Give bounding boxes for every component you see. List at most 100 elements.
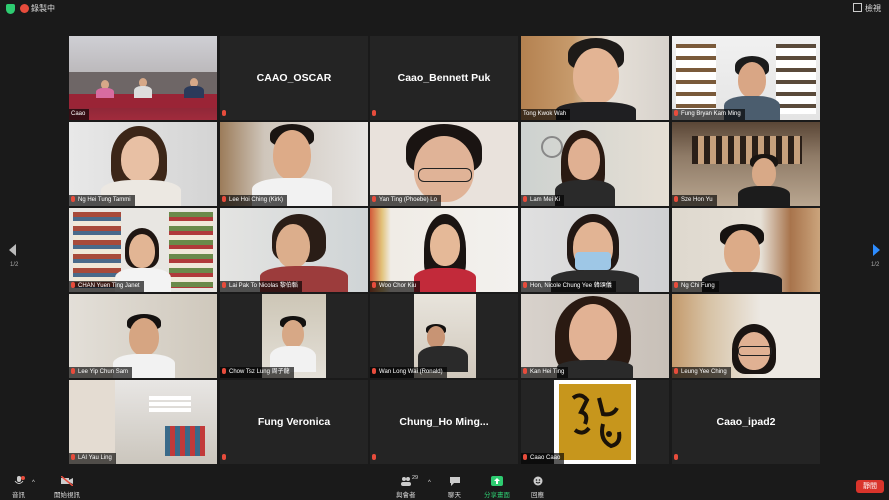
video-feed — [69, 380, 217, 464]
end-meeting-button[interactable]: 靜間 — [856, 480, 884, 493]
chat-label: 聊天 — [448, 492, 461, 499]
video-feed — [69, 36, 217, 120]
muted-mic-icon — [674, 368, 678, 374]
participant-name: Fung Bryan Kam Ming — [672, 109, 745, 120]
mic-status — [220, 453, 233, 464]
video-tile[interactable]: Ng Chi Fung — [672, 208, 820, 292]
video-tile[interactable]: CAAO_OSCAR — [220, 36, 368, 120]
video-label: 開始視訊 — [54, 492, 80, 499]
muted-mic-icon — [372, 454, 376, 460]
participant-display-name: Chung_Ho Ming... — [399, 416, 489, 428]
video-feed — [672, 208, 820, 292]
video-tile[interactable]: Wan Long Wai (Ronald) — [370, 294, 518, 378]
muted-mic-icon — [523, 368, 527, 374]
video-feed — [521, 208, 669, 292]
participant-name: Wan Long Wai (Ronald) — [370, 367, 447, 378]
video-feed — [220, 294, 368, 378]
next-page-arrow-icon[interactable] — [873, 244, 880, 256]
video-feed — [69, 294, 217, 378]
video-tile[interactable]: Caao — [69, 36, 217, 120]
reactions-button[interactable]: 回應 — [531, 476, 544, 499]
participants-count: 29 — [412, 475, 419, 481]
video-feed — [672, 294, 820, 378]
participant-name: CHAN Yuen Ting Janet — [69, 281, 144, 292]
chat-button[interactable]: 聊天 — [448, 476, 461, 499]
video-tile[interactable]: Lee Hoi Ching (Kirk) — [220, 122, 368, 206]
muted-mic-icon — [674, 110, 678, 116]
view-label: 檢視 — [865, 4, 881, 13]
participant-name: Ng Hei Tung Tammi — [69, 195, 135, 206]
audio-options-caret-icon[interactable]: ^ — [32, 480, 35, 486]
muted-mic-icon — [674, 454, 678, 460]
video-tile[interactable]: Chung_Ho Ming... — [370, 380, 518, 464]
mic-status — [672, 453, 685, 464]
video-tile[interactable]: Fung Veronica — [220, 380, 368, 464]
start-video-button[interactable]: 開始視訊 — [54, 476, 80, 499]
muted-mic-icon — [71, 454, 75, 460]
participant-name: Chow Tsz Lung 周子龍 — [220, 367, 294, 378]
video-feed — [370, 208, 518, 292]
participant-display-name: CAAO_OSCAR — [256, 72, 332, 84]
share-screen-icon — [491, 476, 503, 486]
grid-icon — [853, 3, 862, 12]
video-feed — [521, 380, 669, 464]
participant-name: Hon, Nicole Chung Yee 韓頌儀 — [521, 281, 616, 292]
previous-page-arrow-icon[interactable] — [9, 244, 16, 256]
participant-display-name: Caao_Bennett Puk — [397, 72, 491, 84]
muted-mic-icon — [523, 282, 527, 288]
audio-button[interactable]: 音訊 — [12, 476, 25, 499]
muted-mic-icon — [372, 282, 376, 288]
muted-mic-icon — [523, 454, 527, 460]
view-button[interactable]: 檢視 — [853, 3, 881, 14]
participant-name: Caao Caao — [521, 453, 565, 464]
video-tile[interactable]: Lai Pak To Nicolas 黎伯韜 — [220, 208, 368, 292]
video-feed — [521, 294, 669, 378]
reactions-label: 回應 — [531, 492, 544, 499]
video-tile[interactable]: CHAN Yuen Ting Janet — [69, 208, 217, 292]
muted-mic-icon — [222, 196, 226, 202]
video-camera-off-icon — [61, 476, 73, 486]
participant-name: Sze Hon Yu — [672, 195, 717, 206]
video-feed — [220, 208, 368, 292]
video-tile[interactable]: Leung Yee Ching — [672, 294, 820, 378]
video-tile[interactable]: Sze Hon Yu — [672, 122, 820, 206]
participant-name: Ng Chi Fung — [672, 281, 719, 292]
muted-mic-icon — [674, 196, 678, 202]
participant-name: Kan Hei Ting — [521, 367, 569, 378]
video-tile[interactable]: Hon, Nicole Chung Yee 韓頌儀 — [521, 208, 669, 292]
participant-name: Lai Pak To Nicolas 黎伯韜 — [220, 281, 302, 292]
video-tile[interactable]: Yan Ting (Phoebe) Lo — [370, 122, 518, 206]
muted-mic-icon — [372, 110, 376, 116]
video-tile[interactable]: Lam Mei Ki — [521, 122, 669, 206]
emoji-icon — [533, 476, 542, 486]
video-tile[interactable]: Kan Hei Ting — [521, 294, 669, 378]
muted-mic-icon — [523, 196, 527, 202]
muted-mic-icon — [372, 196, 376, 202]
muted-mic-icon — [222, 454, 226, 460]
video-tile[interactable]: Woo Chor Kiu — [370, 208, 518, 292]
video-tile[interactable]: Fung Bryan Kam Ming — [672, 36, 820, 120]
video-feed — [220, 122, 368, 206]
muted-mic-icon — [222, 282, 226, 288]
microphone-icon — [14, 476, 25, 484]
video-tile[interactable]: Lee Yip Chun Sam — [69, 294, 217, 378]
video-feed — [370, 122, 518, 206]
video-tile[interactable]: Chow Tsz Lung 周子龍 — [220, 294, 368, 378]
page-indicator-left: 1/2 — [10, 262, 19, 268]
shield-icon[interactable] — [6, 4, 15, 14]
share-screen-button[interactable]: 分享畫面 — [484, 476, 510, 499]
video-tile[interactable]: Ng Hei Tung Tammi — [69, 122, 217, 206]
mic-status — [220, 109, 233, 120]
video-tile[interactable]: Caao_ipad2 — [672, 380, 820, 464]
video-tile-active-speaker[interactable]: Tong Kwok Wah — [521, 36, 669, 120]
video-feed — [672, 36, 820, 120]
video-tile[interactable]: Caao Caao — [521, 380, 669, 464]
participant-name: Lee Hoi Ching (Kirk) — [220, 195, 288, 206]
participants-options-caret-icon[interactable]: ^ — [428, 480, 431, 486]
video-tile[interactable]: LAI Yau Ling — [69, 380, 217, 464]
muted-mic-icon — [674, 282, 678, 288]
video-tile[interactable]: Caao_Bennett Puk — [370, 36, 518, 120]
share-label: 分享畫面 — [484, 492, 510, 499]
video-feed — [69, 208, 217, 292]
participants-icon — [400, 477, 411, 486]
